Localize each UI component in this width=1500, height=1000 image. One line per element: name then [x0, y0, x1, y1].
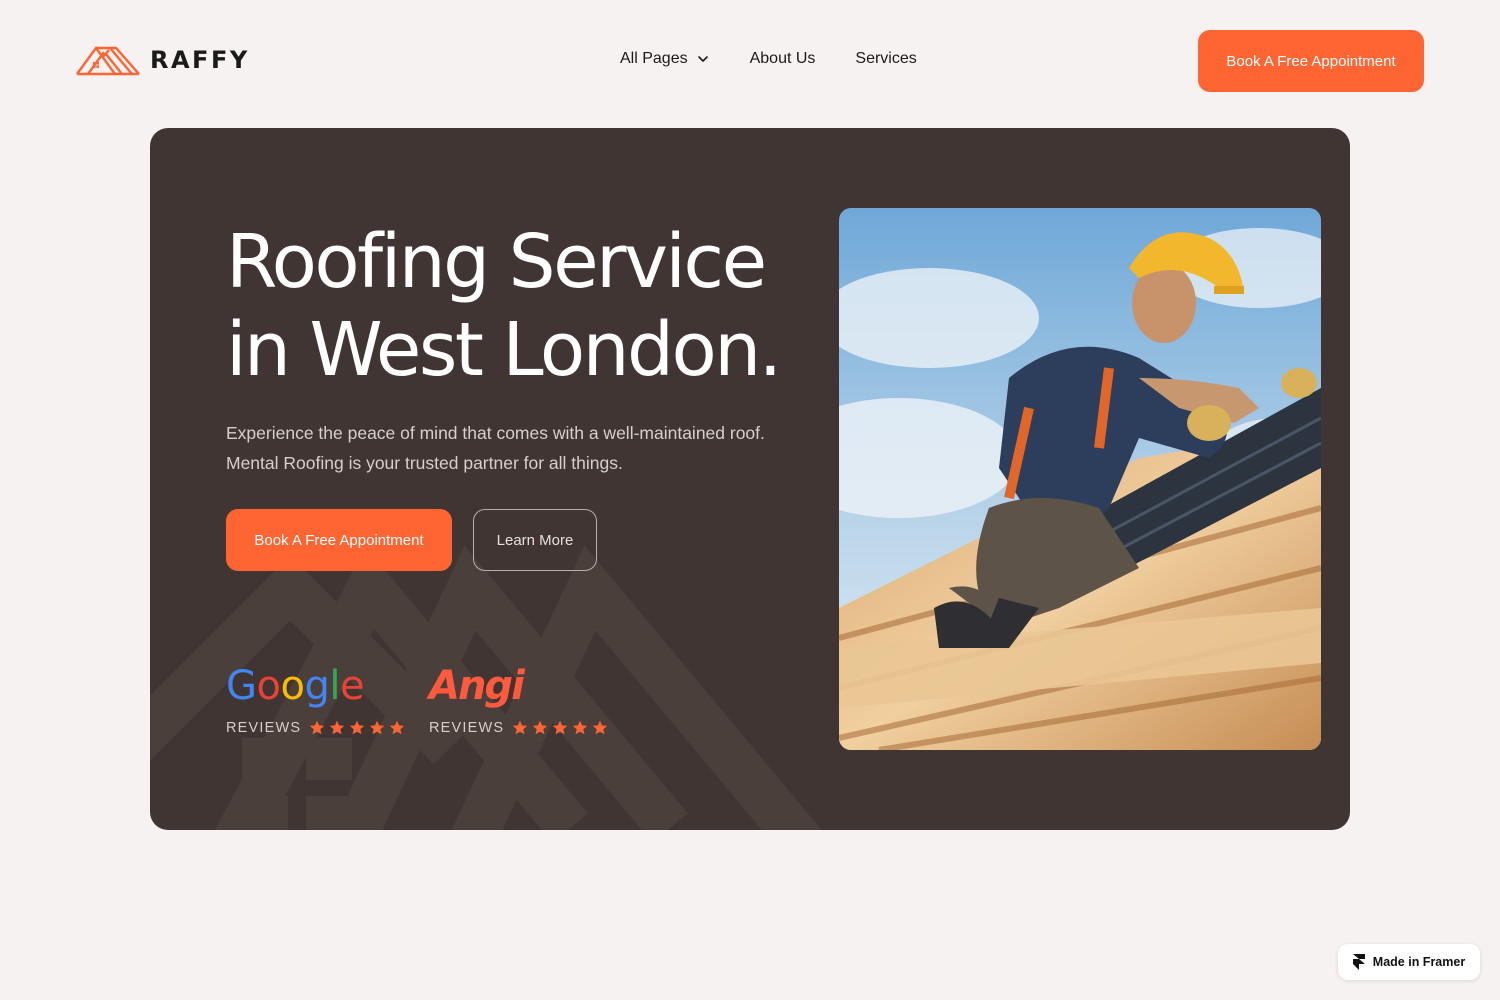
star-icon — [390, 720, 405, 735]
star-icon — [533, 720, 548, 735]
star-icon — [310, 720, 325, 735]
angi-reviews[interactable]: Angi REVIEWS — [429, 664, 608, 736]
roofer-working-on-roof-image — [839, 208, 1321, 750]
star-icon — [553, 720, 568, 735]
hero-description-line-2: Mental Roofing is your trusted partner f… — [226, 453, 623, 473]
angi-logo: Angi — [429, 663, 525, 709]
hero-description: Experience the peace of mind that comes … — [226, 418, 826, 478]
google-logo: Google — [226, 663, 365, 709]
main-nav: All Pages About Us Services — [620, 50, 917, 68]
google-reviews[interactable]: Google REVIEWS — [226, 664, 405, 736]
nav-services-label: Services — [855, 50, 917, 67]
logo-text: RAFFY — [150, 46, 250, 74]
roof-house-icon — [76, 44, 140, 76]
header-book-appointment-button[interactable]: Book A Free Appointment — [1198, 30, 1424, 92]
google-star-rating — [309, 720, 405, 736]
angi-star-rating — [512, 720, 608, 736]
nav-about-us-label: About Us — [749, 50, 816, 67]
hero-description-line-1: Experience the peace of mind that comes … — [226, 423, 765, 443]
angi-reviews-label: REVIEWS — [429, 720, 505, 736]
nav-about-us[interactable]: About Us — [750, 50, 816, 68]
hero-section: Roofing Service in West London. Experien… — [150, 128, 1350, 830]
hero-title-line-1: Roofing Service — [226, 219, 767, 305]
nav-all-pages-label: All Pages — [620, 50, 688, 67]
star-icon — [593, 720, 608, 735]
nav-all-pages[interactable]: All Pages — [620, 50, 710, 68]
learn-more-button[interactable]: Learn More — [473, 509, 597, 571]
hero-book-appointment-button[interactable]: Book A Free Appointment — [226, 509, 452, 571]
google-reviews-label: REVIEWS — [226, 720, 302, 736]
logo[interactable]: RAFFY — [76, 44, 250, 76]
star-icon — [513, 720, 528, 735]
nav-services[interactable]: Services — [855, 50, 916, 68]
chevron-down-icon — [696, 52, 710, 66]
star-icon — [370, 720, 385, 735]
made-in-framer-badge[interactable]: Made in Framer — [1338, 944, 1480, 980]
framer-icon — [1352, 954, 1365, 970]
made-in-framer-label: Made in Framer — [1372, 955, 1466, 969]
star-icon — [330, 720, 345, 735]
star-icon — [350, 720, 365, 735]
hero-title-line-2: in West London. — [226, 307, 782, 393]
hero-title: Roofing Service in West London. — [226, 218, 846, 394]
star-icon — [573, 720, 588, 735]
